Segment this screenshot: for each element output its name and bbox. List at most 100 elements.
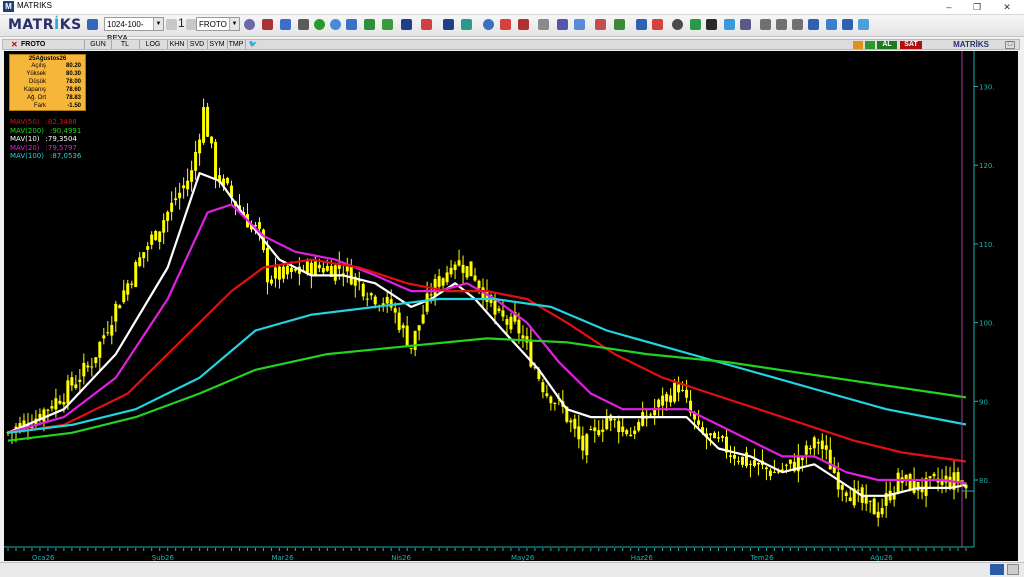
- candle-body: [150, 234, 154, 245]
- move-icon[interactable]: [760, 19, 771, 30]
- refresh-icon[interactable]: [865, 41, 875, 49]
- twitter-icon[interactable]: [724, 19, 735, 30]
- candle-body: [106, 332, 110, 334]
- expand-icon[interactable]: [538, 19, 549, 30]
- tab-tl[interactable]: TL: [111, 40, 140, 49]
- spin-icon[interactable]: [166, 19, 177, 30]
- pin-icon[interactable]: [853, 41, 863, 49]
- maximize-button[interactable]: ❐: [962, 0, 992, 14]
- close-icon[interactable]: ✕: [11, 40, 18, 49]
- calendar-icon[interactable]: [614, 19, 625, 30]
- twitter-icon[interactable]: 🐦: [247, 40, 259, 49]
- window-icon[interactable]: [574, 19, 585, 30]
- fit-icon[interactable]: [792, 19, 803, 30]
- close-button[interactable]: ✕: [992, 0, 1022, 14]
- candle-body: [808, 447, 812, 450]
- grid-icon[interactable]: [382, 19, 393, 30]
- tab-gun[interactable]: GUN: [85, 40, 112, 49]
- candle-body: [110, 325, 114, 336]
- line-tool-icon[interactable]: [298, 19, 309, 30]
- template-select[interactable]: 1024-100-BEYA▼: [104, 17, 164, 43]
- crosshair-icon[interactable]: [262, 19, 273, 30]
- candle-body: [880, 508, 884, 515]
- resize-icon[interactable]: [776, 19, 787, 30]
- candle-body: [928, 476, 932, 479]
- formula-icon[interactable]: [557, 19, 568, 30]
- candle-body: [736, 461, 740, 463]
- info-value: 80.30: [65, 71, 81, 77]
- info-value: 80.20: [65, 63, 81, 69]
- candle-body: [732, 454, 736, 459]
- legend-item[interactable]: MAV(20):79,5797: [10, 144, 77, 152]
- candle-body: [190, 170, 194, 182]
- minimize-button[interactable]: –: [934, 0, 964, 14]
- candle-body: [820, 440, 824, 449]
- settings-icon[interactable]: [858, 19, 869, 30]
- zoom-icon[interactable]: [244, 19, 255, 30]
- candle-body: [748, 463, 752, 465]
- percent-icon[interactable]: [595, 19, 606, 30]
- link-icon[interactable]: [990, 564, 1004, 575]
- table-icon[interactable]: [346, 19, 357, 30]
- candle-body: [417, 325, 421, 331]
- tab-svd[interactable]: SVD: [187, 40, 208, 49]
- candle-body: [477, 280, 481, 288]
- candle-body: [573, 418, 577, 429]
- candle-body: [669, 395, 673, 403]
- list-icon[interactable]: [364, 19, 375, 30]
- x-tick-label: Ağu26: [870, 554, 893, 561]
- legend-item[interactable]: MAV(50):82,3488: [10, 118, 77, 126]
- legend-item[interactable]: MAV(100):87,0536: [10, 152, 81, 160]
- candle-body: [629, 434, 633, 437]
- tab-symbol[interactable]: ✕ FROTO: [9, 40, 85, 49]
- candle-body: [517, 319, 521, 334]
- save-icon[interactable]: [87, 19, 98, 30]
- font-color-icon[interactable]: [421, 19, 432, 30]
- underline-icon[interactable]: [443, 19, 454, 30]
- candle-body: [824, 445, 828, 450]
- clock-icon[interactable]: [330, 19, 341, 30]
- alarm-icon[interactable]: [652, 19, 663, 30]
- x-tick-label: Şub26: [152, 554, 175, 561]
- legend-item[interactable]: MAV(10):79,3504: [10, 135, 77, 143]
- alert-icon[interactable]: [808, 19, 819, 30]
- info-value: 78.60: [65, 87, 81, 93]
- symbol-select[interactable]: FROTO ▼: [196, 17, 240, 31]
- bold-icon[interactable]: [401, 19, 412, 30]
- tab-khn[interactable]: KHN: [167, 40, 188, 49]
- settings-icon[interactable]: [1007, 564, 1019, 575]
- stop-icon[interactable]: [500, 19, 511, 30]
- buy-button[interactable]: AL: [877, 41, 897, 49]
- tab-sym[interactable]: SYM: [207, 40, 228, 49]
- legend-label: MAV(200): [10, 126, 44, 135]
- swap-icon[interactable]: [461, 19, 472, 30]
- bell-icon[interactable]: [826, 19, 837, 30]
- chart-panel[interactable]: 80. 90. 100. 110. 120. 130. Oca26 Şub26 Mar26 Ni…: [4, 51, 1018, 561]
- candle-body: [198, 139, 202, 154]
- sell-button[interactable]: SAT: [900, 41, 922, 49]
- price-chart[interactable]: 80. 90. 100. 110. 120. 130. Oca26 Şub26 Mar26 Ni…: [4, 51, 1018, 561]
- candle-body: [277, 266, 281, 280]
- candle-body: [593, 427, 597, 432]
- candle-body: [872, 498, 876, 515]
- tab-tmp[interactable]: TMP: [227, 40, 246, 49]
- search-icon[interactable]: [672, 19, 683, 30]
- checkmark-icon[interactable]: [706, 19, 717, 30]
- indicator-icon[interactable]: [314, 19, 325, 30]
- bar-chart-icon[interactable]: [280, 19, 291, 30]
- chevron-down-icon: ▼: [229, 18, 239, 30]
- layout-icon[interactable]: [690, 19, 701, 30]
- tab-log[interactable]: LOG: [139, 40, 168, 49]
- candle-body: [182, 185, 186, 189]
- info-value: -1.50: [67, 103, 81, 109]
- calculator-icon[interactable]: [842, 19, 853, 30]
- candle-body: [657, 399, 661, 408]
- series-line: [7, 337, 967, 442]
- scale-icon[interactable]: [518, 19, 529, 30]
- series-line: [7, 297, 967, 434]
- draw-icon[interactable]: [740, 19, 751, 30]
- panel-close-button[interactable]: □: [1005, 41, 1015, 49]
- legend-item[interactable]: MAV(200):90,4991: [10, 127, 81, 135]
- refresh-icon[interactable]: [636, 19, 647, 30]
- info-icon[interactable]: [483, 19, 494, 30]
